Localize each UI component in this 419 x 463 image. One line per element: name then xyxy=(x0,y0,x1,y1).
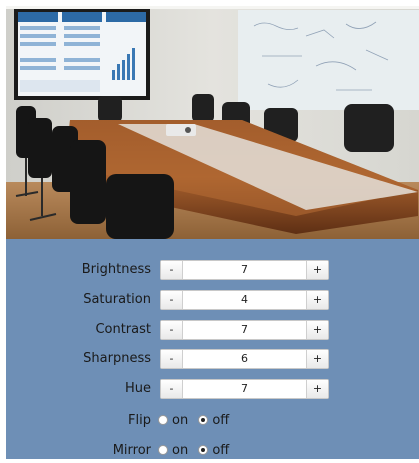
hue-increase-button[interactable]: + xyxy=(306,380,328,398)
brightness-decrease-button[interactable]: - xyxy=(161,261,183,279)
hue-value: 7 xyxy=(241,382,248,395)
saturation-row: Saturation - 4 + xyxy=(6,290,419,312)
saturation-increase-button[interactable]: + xyxy=(306,291,328,309)
mirror-label: Mirror xyxy=(112,443,151,458)
contrast-row: Contrast - 7 + xyxy=(6,320,419,342)
saturation-label: Saturation xyxy=(83,292,151,307)
mirror-off-radio[interactable] xyxy=(198,445,209,455)
flip-on-radio[interactable] xyxy=(158,415,168,425)
flip-row: Flip on off xyxy=(6,411,419,433)
flip-label: Flip xyxy=(128,413,151,428)
saturation-decrease-button[interactable]: - xyxy=(161,291,183,309)
image-settings-panel: Brightness - 7 + Saturation - 4 + Contra… xyxy=(6,239,419,459)
sharpness-decrease-button[interactable]: - xyxy=(161,350,183,368)
hue-stepper: - 7 + xyxy=(160,379,329,399)
hue-decrease-button[interactable]: - xyxy=(161,380,183,398)
mirror-off-label: off xyxy=(212,443,230,458)
contrast-label: Contrast xyxy=(95,322,151,337)
hue-row: Hue - 7 + xyxy=(6,379,419,401)
brightness-increase-button[interactable]: + xyxy=(306,261,328,279)
saturation-stepper: - 4 + xyxy=(160,290,329,310)
sharpness-stepper: - 6 + xyxy=(160,349,329,369)
flip-off-label: off xyxy=(212,413,230,428)
brightness-stepper: - 7 + xyxy=(160,260,329,280)
sharpness-row: Sharpness - 6 + xyxy=(6,349,419,371)
hue-label: Hue xyxy=(124,381,151,396)
saturation-value: 4 xyxy=(241,293,248,306)
flip-off-radio[interactable] xyxy=(198,415,209,425)
camera-settings-page: Brightness - 7 + Saturation - 4 + Contra… xyxy=(0,0,419,459)
flip-on-label: on xyxy=(172,413,189,428)
contrast-stepper: - 7 + xyxy=(160,320,329,340)
contrast-decrease-button[interactable]: - xyxy=(161,321,183,339)
sharpness-label: Sharpness xyxy=(83,351,151,366)
camera-preview-image xyxy=(6,6,419,239)
mirror-on-label: on xyxy=(172,443,189,458)
sharpness-value: 6 xyxy=(241,352,248,365)
brightness-value: 7 xyxy=(241,263,248,276)
brightness-label: Brightness xyxy=(81,262,151,277)
brightness-row: Brightness - 7 + xyxy=(6,260,419,282)
mirror-options: on off xyxy=(158,443,235,461)
flip-options: on off xyxy=(158,413,235,431)
contrast-increase-button[interactable]: + xyxy=(306,321,328,339)
sharpness-increase-button[interactable]: + xyxy=(306,350,328,368)
contrast-value: 7 xyxy=(241,323,248,336)
mirror-row: Mirror on off xyxy=(6,441,419,463)
mirror-on-radio[interactable] xyxy=(158,445,168,455)
